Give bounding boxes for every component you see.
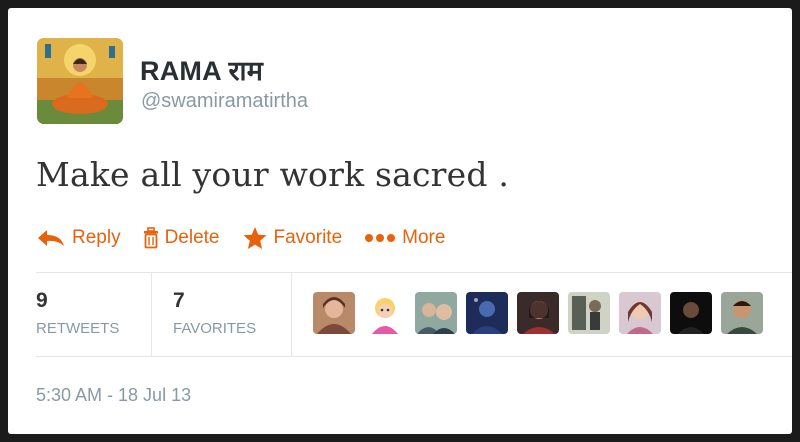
favorites-count: 7 <box>173 289 185 312</box>
favoriter-avatar[interactable] <box>670 292 712 334</box>
favoriter-avatar[interactable] <box>466 292 508 334</box>
tweet-card: RAMA राम @swamiramatirtha Make all your … <box>8 8 792 434</box>
favoriter-avatar[interactable] <box>721 292 763 334</box>
stats-bottom-divider <box>36 356 792 357</box>
trash-icon <box>143 227 158 249</box>
stats-separator <box>291 272 292 356</box>
more-button[interactable]: More <box>364 227 445 249</box>
author-handle[interactable]: @swamiramatirtha <box>141 90 308 113</box>
favoriter-avatar[interactable] <box>517 292 559 334</box>
author-name[interactable]: RAMA राम <box>140 51 263 88</box>
tweet-text: Make all your work sacred . <box>36 155 510 194</box>
delete-button[interactable]: Delete <box>143 227 220 249</box>
favoriter-avatar[interactable] <box>313 292 355 334</box>
retweets-label: RETWEETS <box>36 320 120 337</box>
tweet-actions: Reply Delete Favorite More <box>36 223 467 253</box>
reply-button[interactable]: Reply <box>36 227 121 249</box>
tweet-timestamp[interactable]: 5:30 AM - 18 Jul 13 <box>36 385 191 406</box>
favoriter-avatar[interactable] <box>415 292 457 334</box>
delete-label: Delete <box>164 227 220 248</box>
favorites-label: FAVORITES <box>173 320 257 337</box>
star-icon <box>243 227 266 249</box>
favorite-button[interactable]: Favorite <box>242 226 343 250</box>
favoriter-avatar[interactable] <box>568 292 610 334</box>
retweets-count: 9 <box>36 289 48 312</box>
more-label: More <box>402 227 446 248</box>
reply-arrow-icon <box>38 230 64 246</box>
stats-separator <box>151 272 152 356</box>
author-avatar[interactable] <box>37 38 123 124</box>
meditating-figure-image <box>37 38 123 124</box>
favoriters-avatars <box>313 292 772 334</box>
reply-label: Reply <box>72 227 121 248</box>
favoriter-avatar[interactable] <box>364 292 406 334</box>
stats-top-divider <box>36 272 792 273</box>
ellipsis-icon <box>365 234 396 242</box>
favoriter-avatar[interactable] <box>619 292 661 334</box>
favorite-label: Favorite <box>273 227 343 248</box>
